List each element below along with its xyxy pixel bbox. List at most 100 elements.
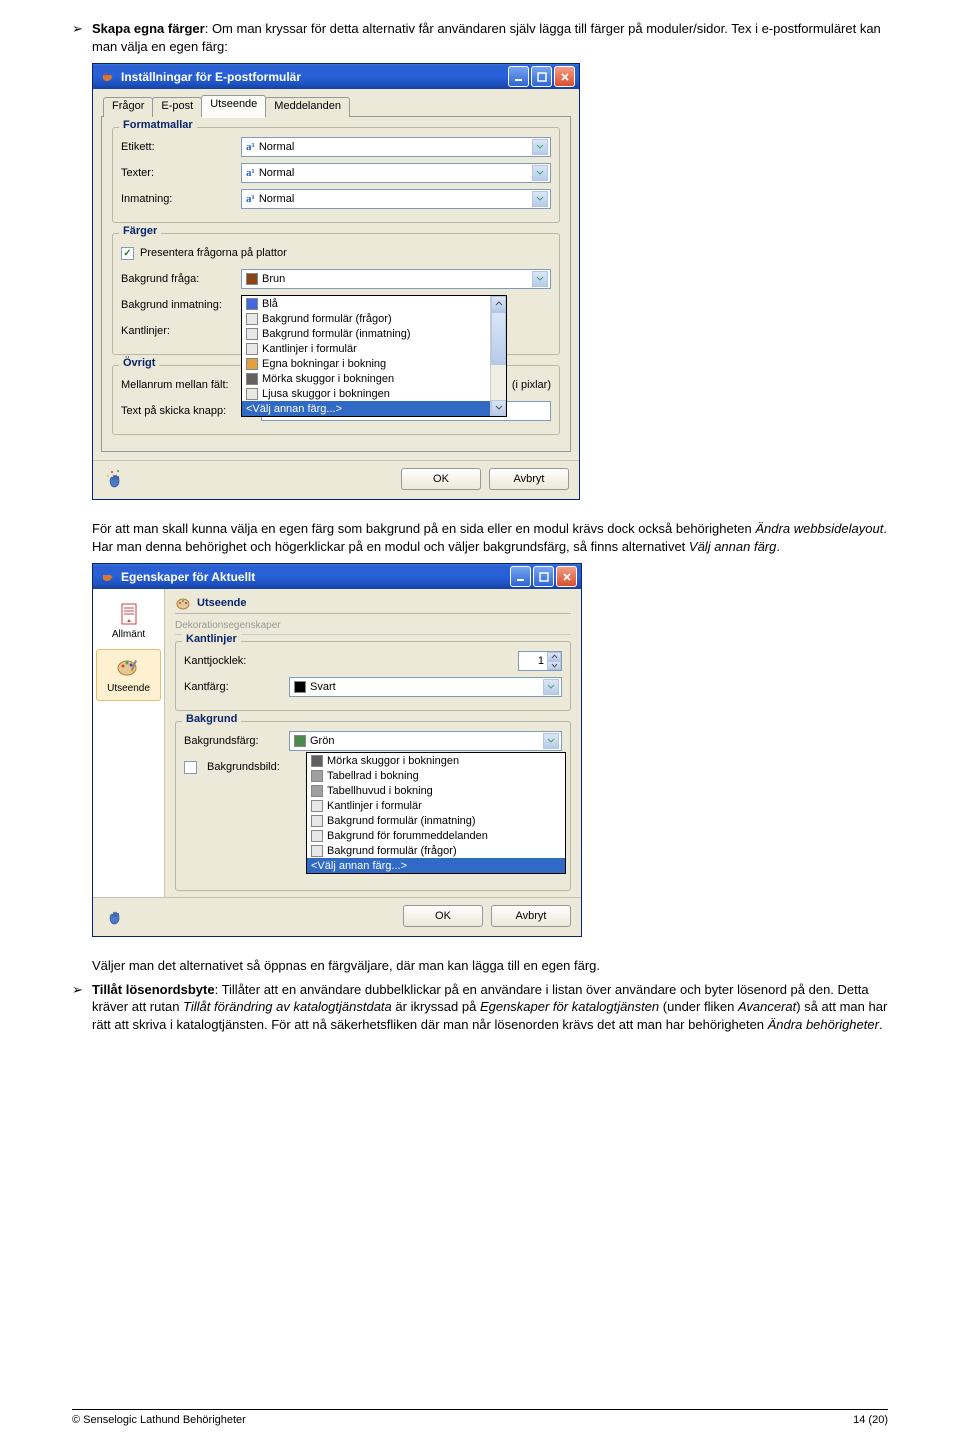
dd-item[interactable]: Bakgrund formulär (inmatning): [242, 326, 506, 341]
inmatning-combo[interactable]: a¹Normal: [241, 189, 551, 209]
bullet-skapa-farger: ➢ Skapa egna färger: Om man kryssar för …: [72, 20, 888, 55]
chevron-down-icon[interactable]: [543, 733, 559, 749]
minimize-button[interactable]: [508, 66, 529, 87]
utseende-icon: [117, 656, 141, 680]
scrollbar[interactable]: [490, 296, 506, 416]
section-utseende: Utseende: [175, 595, 571, 614]
group-title: Formatmallar: [119, 119, 197, 131]
dd-item[interactable]: Egna bokningar i bokning: [242, 356, 506, 371]
bgfarg-dropdown[interactable]: Mörka skuggor i bokningen Tabellrad i bo…: [306, 752, 566, 874]
bullet-marker: ➢: [72, 981, 92, 1034]
texter-label: Texter:: [121, 167, 241, 179]
footer-text: © Senselogic Lathund Behörigheter: [72, 1414, 246, 1426]
dd-item[interactable]: Bakgrund för forummeddelanden: [307, 828, 565, 843]
avbryt-button[interactable]: Avbryt: [489, 468, 569, 490]
palette-icon: [175, 595, 193, 613]
bg-fraga-combo[interactable]: Brun: [241, 269, 551, 289]
bgbild-checkbox[interactable]: [184, 761, 197, 774]
page-footer: © Senselogic Lathund Behörigheter 14 (20…: [72, 1409, 888, 1426]
dd-item[interactable]: Tabellhuvud i bokning: [307, 783, 565, 798]
group-bakgrund: Bakgrund Bakgrundsfärg: Grön Bakgrundsbi…: [175, 721, 571, 891]
maximize-button[interactable]: [531, 66, 552, 87]
dd-item[interactable]: Ljusa skuggor i bokningen: [242, 386, 506, 401]
spinner-down-icon[interactable]: [547, 661, 561, 670]
dd-item[interactable]: Kantlinjer i formulär: [242, 341, 506, 356]
tab-epost[interactable]: E-post: [152, 97, 202, 117]
ok-button[interactable]: OK: [403, 905, 483, 927]
dd-item[interactable]: Bakgrund formulär (frågor): [242, 311, 506, 326]
group-title: Övrigt: [119, 357, 159, 369]
minimize-button[interactable]: [510, 566, 531, 587]
chevron-down-icon[interactable]: [532, 191, 548, 207]
after-dlg2-para: Väljer man det alternativet så öppnas en…: [72, 957, 888, 975]
sidebar-item-utseende[interactable]: Utseende: [96, 649, 161, 701]
scroll-thumb[interactable]: [491, 312, 506, 365]
java-cup-icon: [99, 69, 115, 85]
tab-fragor[interactable]: Frågor: [103, 97, 153, 117]
sidebar: Allmänt Utseende: [93, 589, 165, 897]
close-button[interactable]: [556, 566, 577, 587]
kantfarg-combo[interactable]: Svart: [289, 677, 562, 697]
java-cup-icon: [99, 569, 115, 585]
dd-item[interactable]: Mörka skuggor i bokningen: [307, 753, 565, 768]
footer-page: 14 (20): [853, 1414, 888, 1426]
titlebar[interactable]: Inställningar för E-postformulär: [93, 64, 579, 89]
kantfarg-label: Kantfärg:: [184, 681, 289, 693]
skicka-label: Text på skicka knapp:: [121, 405, 261, 417]
texter-combo[interactable]: a¹Normal: [241, 163, 551, 183]
mid-paragraph: För att man skall kunna välja en egen fä…: [72, 520, 888, 555]
group-formatmallar: Formatmallar Etikett: a¹Normal Texter: a…: [112, 127, 560, 223]
bullet-text: Skapa egna färger: Om man kryssar för de…: [92, 20, 888, 55]
dialog-title: Egenskaper för Aktuellt: [121, 570, 510, 584]
tab-meddelanden[interactable]: Meddelanden: [265, 97, 350, 117]
scroll-up-icon[interactable]: [491, 296, 506, 312]
sidebar-item-allmant[interactable]: Allmänt: [96, 595, 161, 647]
dialog-title: Inställningar för E-postformulär: [121, 70, 508, 84]
mellanrum-label: Mellanrum mellan fält:: [121, 379, 261, 391]
ok-button[interactable]: OK: [401, 468, 481, 490]
avbryt-button[interactable]: Avbryt: [491, 905, 571, 927]
chevron-down-icon[interactable]: [532, 139, 548, 155]
bullet-text: Tillåt lösenordsbyte: Tillåter att en an…: [92, 981, 888, 1034]
maximize-button[interactable]: [533, 566, 554, 587]
dd-item[interactable]: Tabellrad i bokning: [307, 768, 565, 783]
bg-fraga-label: Bakgrund fråga:: [121, 273, 241, 285]
tab-utseende[interactable]: Utseende: [201, 95, 266, 117]
bgbild-label: Bakgrundsbild:: [207, 761, 280, 773]
chevron-down-icon[interactable]: [543, 679, 559, 695]
close-button[interactable]: [554, 66, 575, 87]
bullet-losenord: ➢ Tillåt lösenordsbyte: Tillåter att en …: [72, 981, 888, 1034]
scroll-down-icon[interactable]: [491, 400, 506, 416]
inmatning-label: Inmatning:: [121, 193, 241, 205]
chevron-down-icon[interactable]: [532, 271, 548, 287]
bgfarg-label: Bakgrundsfärg:: [184, 735, 289, 747]
spinner-up-icon[interactable]: [547, 652, 561, 661]
bgfarg-combo[interactable]: Grön: [289, 731, 562, 751]
group-title: Färger: [119, 225, 161, 237]
dd-item[interactable]: Bakgrund formulär (frågor): [307, 843, 565, 858]
bg-inmat-label: Bakgrund inmatning:: [121, 299, 241, 311]
bullet1-body: : Om man kryssar för detta alternativ få…: [92, 21, 881, 54]
dd-item[interactable]: Bakgrund formulär (inmatning): [307, 813, 565, 828]
dd-item[interactable]: Mörka skuggor i bokningen: [242, 371, 506, 386]
hand-logo-icon: [103, 904, 127, 928]
group-kantlinjer: Kantlinjer Kanttjocklek: 1: [175, 641, 571, 711]
dd-item[interactable]: Kantlinjer i formulär: [307, 798, 565, 813]
dd-item[interactable]: Blå: [242, 296, 506, 311]
bullet-marker: ➢: [72, 20, 92, 55]
dd-item-valj-annan[interactable]: <Välj annan färg...>: [307, 858, 565, 873]
chevron-down-icon[interactable]: [532, 165, 548, 181]
hand-logo-icon: [103, 467, 127, 491]
etikett-combo[interactable]: a¹Normal: [241, 137, 551, 157]
plattor-checkbox[interactable]: ✓: [121, 247, 134, 260]
kanttj-spinner[interactable]: 1: [518, 651, 562, 671]
plattor-label: Presentera frågorna på plattor: [140, 247, 287, 259]
egenskaper-dialog: Egenskaper för Aktuellt Allmänt: [92, 563, 582, 937]
dd-item-valj-annan[interactable]: <Välj annan färg...>: [242, 401, 506, 416]
allmant-icon: [117, 602, 141, 626]
kantlinjer-label: Kantlinjer:: [121, 325, 241, 337]
farg-dropdown[interactable]: Blå Bakgrund formulär (frågor) Bakgrund …: [241, 295, 507, 417]
bullet1-title: Skapa egna färger: [92, 21, 205, 36]
ipixlar-label: (i pixlar): [512, 379, 551, 391]
titlebar[interactable]: Egenskaper för Aktuellt: [93, 564, 581, 589]
